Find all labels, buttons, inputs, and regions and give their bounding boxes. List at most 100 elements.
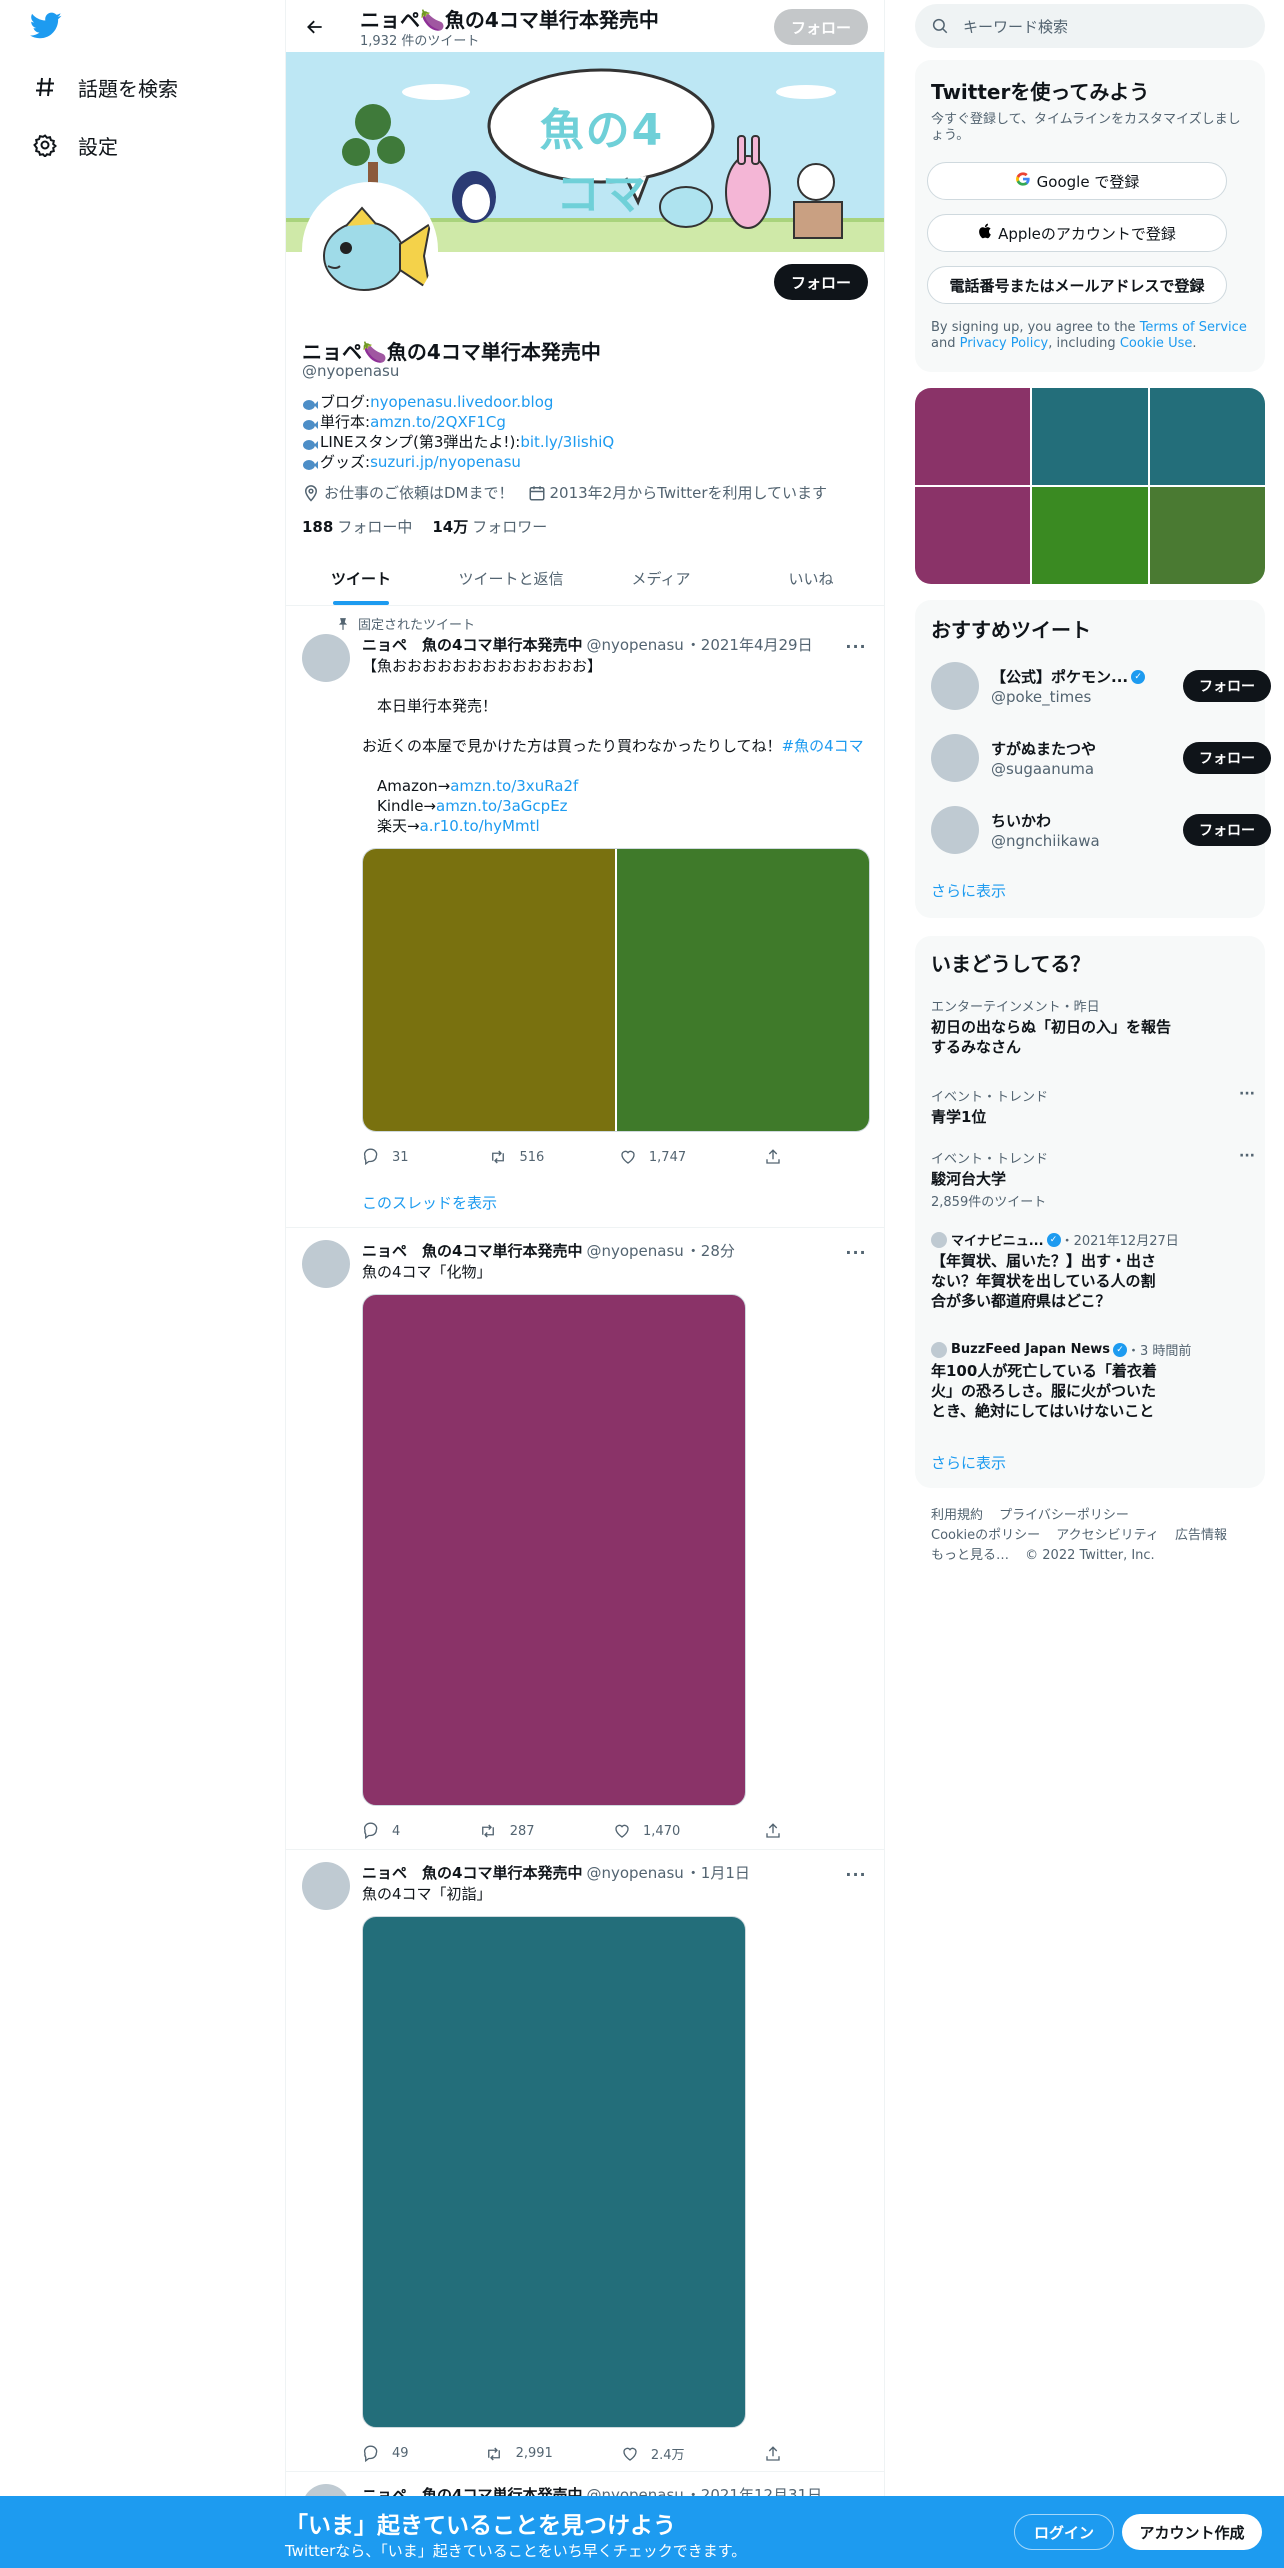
trend-item[interactable]: エンターテインメント・昨日 初日の出ならぬ「初日の入」を報告するみなさん xyxy=(931,996,1251,1057)
media-thumbnail[interactable] xyxy=(1032,388,1148,485)
share-button[interactable] xyxy=(764,1148,782,1166)
tweet-author-name[interactable]: ニョペ 魚の4コマ単行本発売中 xyxy=(362,1862,582,1883)
amazon-link[interactable]: amzn.to/3xuRa2f xyxy=(450,777,578,795)
tweet-author-name[interactable]: ニョペ 魚の4コマ単行本発売中 xyxy=(362,1240,582,1261)
nav-settings[interactable]: 設定 xyxy=(30,120,118,170)
tweet[interactable]: ニョペ 魚の4コマ単行本発売中 @nyopenasu ・1月1日 ··· 魚の4… xyxy=(286,1850,884,2472)
search-icon xyxy=(932,18,948,34)
tweet-date[interactable]: ・2021年4月29日 xyxy=(686,634,813,655)
retweet-button[interactable]: 516 xyxy=(488,1148,619,1166)
like-button[interactable]: 1,470 xyxy=(613,1822,764,1840)
profile-avatar[interactable] xyxy=(302,182,438,318)
trend-item[interactable]: イベント・トレンド 青学1位 ··· xyxy=(931,1086,1255,1127)
media-thumbnail[interactable] xyxy=(1149,388,1265,485)
trend-more-icon[interactable]: ··· xyxy=(1239,1086,1255,1102)
back-arrow-icon[interactable] xyxy=(298,10,332,44)
privacy-link[interactable]: Privacy Policy xyxy=(960,336,1049,351)
news-item[interactable]: BuzzFeed Japan News ✓ ・3 時間前 年100人が死亡してい… xyxy=(931,1340,1251,1421)
more-options-icon[interactable]: ··· xyxy=(844,636,868,656)
tab-media[interactable]: メディア xyxy=(586,552,736,605)
reply-button[interactable]: 31 xyxy=(362,1148,488,1166)
follow-button[interactable]: フォロー xyxy=(1183,814,1271,846)
search-box[interactable]: キーワード検索 xyxy=(915,4,1265,48)
followers-link[interactable]: 14万 フォロワー xyxy=(432,516,547,537)
verified-badge-icon: ✓ xyxy=(1131,669,1146,684)
hashtag-link[interactable]: #魚の4コマ xyxy=(782,737,864,755)
footer-link-more[interactable]: もっと見る… xyxy=(931,1546,1009,1566)
bio-link-book[interactable]: amzn.to/2QXF1Cg xyxy=(370,412,506,432)
tweet-avatar[interactable] xyxy=(302,1240,350,1288)
trend-more-icon[interactable]: ··· xyxy=(1239,1148,1255,1164)
tab-likes[interactable]: いいね xyxy=(736,552,884,605)
follow-button[interactable]: フォロー xyxy=(1183,742,1271,774)
show-thread-link[interactable]: このスレッドを表示 xyxy=(362,1192,497,1213)
footer-link-accessibility[interactable]: アクセシビリティ xyxy=(1056,1526,1159,1546)
bio-line-blog: ブログ: nyopenasu.livedoor.blog xyxy=(302,392,614,412)
reply-button[interactable]: 49 xyxy=(362,2444,484,2463)
news-item[interactable]: マイナビニュ... ✓ ・2021年12月27日 【年賀状、届いた？】出す・出さ… xyxy=(931,1230,1251,1311)
like-button[interactable]: 1,747 xyxy=(619,1148,764,1166)
trend-item[interactable]: イベント・トレンド 駿河台大学 2,859件のツイート ··· xyxy=(931,1148,1255,1210)
profile-follow-button[interactable]: フォロー xyxy=(774,264,868,300)
kindle-link[interactable]: amzn.to/3aGcpEz xyxy=(436,797,568,815)
share-button[interactable] xyxy=(764,2444,782,2463)
tweet[interactable]: ニョペ 魚の4コマ単行本発売中 @nyopenasu ・28分 ··· 魚の4コ… xyxy=(286,1228,884,1850)
twitter-logo-icon[interactable] xyxy=(29,12,66,48)
tweet-date[interactable]: ・1月1日 xyxy=(686,1862,750,1883)
tweet-avatar[interactable] xyxy=(302,634,350,682)
tweet-media[interactable] xyxy=(362,848,870,1132)
recommend-show-more[interactable]: さらに表示 xyxy=(931,880,1006,901)
tweet-avatar[interactable] xyxy=(302,1862,350,1910)
tweet-image[interactable] xyxy=(362,1916,746,2428)
retweet-button[interactable]: 2,991 xyxy=(484,2444,621,2463)
recommend-user[interactable]: すがぬまたつや @sugaanuma フォロー xyxy=(931,732,1271,784)
footer-link-privacy[interactable]: プライバシーポリシー xyxy=(999,1506,1129,1526)
footer-link-ads[interactable]: 広告情報 xyxy=(1175,1526,1227,1546)
recommend-user[interactable]: ちいかわ @ngnchiikawa フォロー xyxy=(931,804,1271,856)
recommend-user[interactable]: 【公式】ポケモン... ✓ @poke_times フォロー xyxy=(931,660,1271,712)
tweet-image[interactable] xyxy=(363,849,615,1131)
tweet-image[interactable] xyxy=(362,1294,746,1806)
more-options-icon[interactable]: ··· xyxy=(844,1242,868,1262)
tweet-author-name[interactable]: ニョペ 魚の4コマ単行本発売中 xyxy=(362,634,582,655)
header-follow-button[interactable]: フォロー xyxy=(774,9,868,45)
media-thumbnail[interactable] xyxy=(1032,487,1148,584)
recommend-user-handle: @poke_times xyxy=(991,688,1092,706)
bio-link-line-stamp[interactable]: bit.ly/3IishiQ xyxy=(520,432,614,452)
trends-show-more[interactable]: さらに表示 xyxy=(931,1452,1006,1473)
tweet-date[interactable]: ・28分 xyxy=(686,1240,735,1261)
tab-tweets[interactable]: ツイート xyxy=(286,552,436,605)
tweet-image[interactable] xyxy=(617,849,869,1131)
bio-link-goods[interactable]: suzuri.jp/nyopenasu xyxy=(370,452,521,472)
tweet-pinned[interactable]: 固定されたツイート ニョペ 魚の4コマ単行本発売中 @nyopenasu ・20… xyxy=(286,606,884,1228)
avatar[interactable] xyxy=(931,662,979,710)
google-signup-button[interactable]: Google で登録 xyxy=(927,162,1227,200)
login-button[interactable]: ログイン xyxy=(1014,2514,1114,2550)
tab-tweets-replies[interactable]: ツイートと返信 xyxy=(436,552,586,605)
terms-link[interactable]: Terms of Service xyxy=(1140,320,1247,335)
bio-link-blog[interactable]: nyopenasu.livedoor.blog xyxy=(370,392,553,412)
media-thumbnail[interactable] xyxy=(915,388,1031,485)
media-thumbnail[interactable] xyxy=(1149,487,1265,584)
reply-button[interactable]: 4 xyxy=(362,1822,478,1840)
like-button[interactable]: 2.4万 xyxy=(621,2444,764,2463)
phone-email-signup-button[interactable]: 電話番号またはメールアドレスで登録 xyxy=(927,266,1227,304)
search-input[interactable]: キーワード検索 xyxy=(963,16,1068,37)
rakuten-link[interactable]: a.r10.to/hyMmtl xyxy=(420,817,540,835)
reply-icon xyxy=(363,1822,378,1840)
signup-button[interactable]: アカウント作成 xyxy=(1122,2514,1262,2550)
retweet-button[interactable]: 287 xyxy=(478,1822,613,1840)
media-thumbnail[interactable] xyxy=(915,487,1031,584)
share-button[interactable] xyxy=(764,1822,782,1840)
follow-button[interactable]: フォロー xyxy=(1183,670,1271,702)
cookie-link[interactable]: Cookie Use xyxy=(1120,336,1193,351)
footer-link-cookies[interactable]: Cookieのポリシー xyxy=(931,1526,1040,1546)
footer-link-terms[interactable]: 利用規約 xyxy=(931,1506,983,1526)
avatar[interactable] xyxy=(931,734,979,782)
following-link[interactable]: 188 フォロー中 xyxy=(302,516,412,537)
avatar[interactable] xyxy=(931,806,979,854)
apple-signup-button[interactable]: Appleのアカウントで登録 xyxy=(927,214,1227,252)
profile-bio: ブログ: nyopenasu.livedoor.blog 単行本: amzn.to/… xyxy=(302,392,614,472)
more-options-icon[interactable]: ··· xyxy=(844,1864,868,1884)
nav-explore[interactable]: 話題を検索 xyxy=(30,62,178,112)
